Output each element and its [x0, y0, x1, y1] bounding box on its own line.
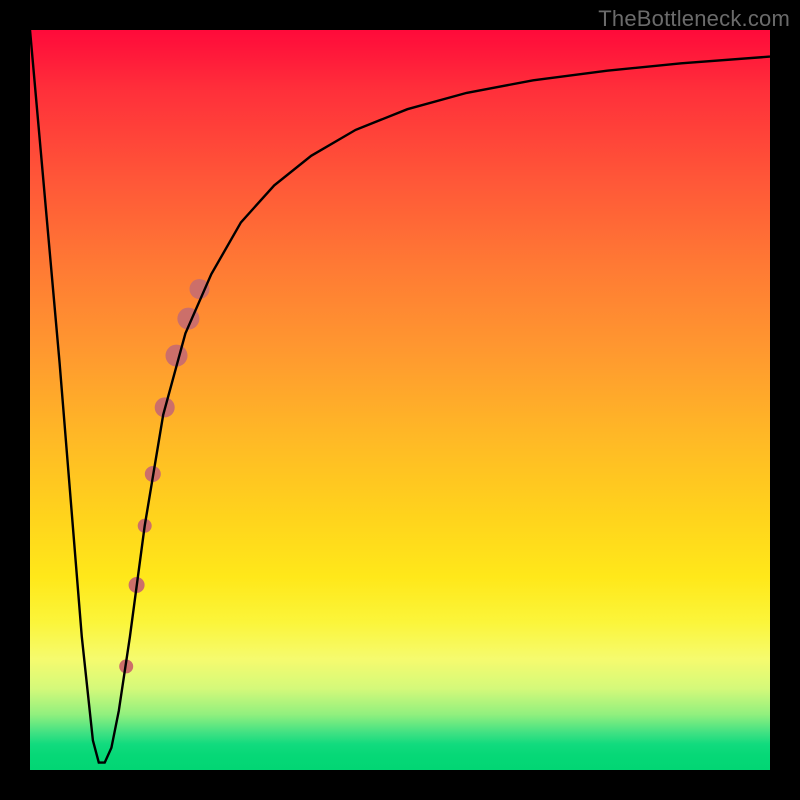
- watermark-text: TheBottleneck.com: [598, 6, 790, 32]
- chart-frame: TheBottleneck.com: [0, 0, 800, 800]
- bottleneck-curve: [30, 30, 770, 763]
- plot-area: [30, 30, 770, 770]
- curve-marker: [190, 279, 210, 299]
- curve-layer: [30, 30, 770, 770]
